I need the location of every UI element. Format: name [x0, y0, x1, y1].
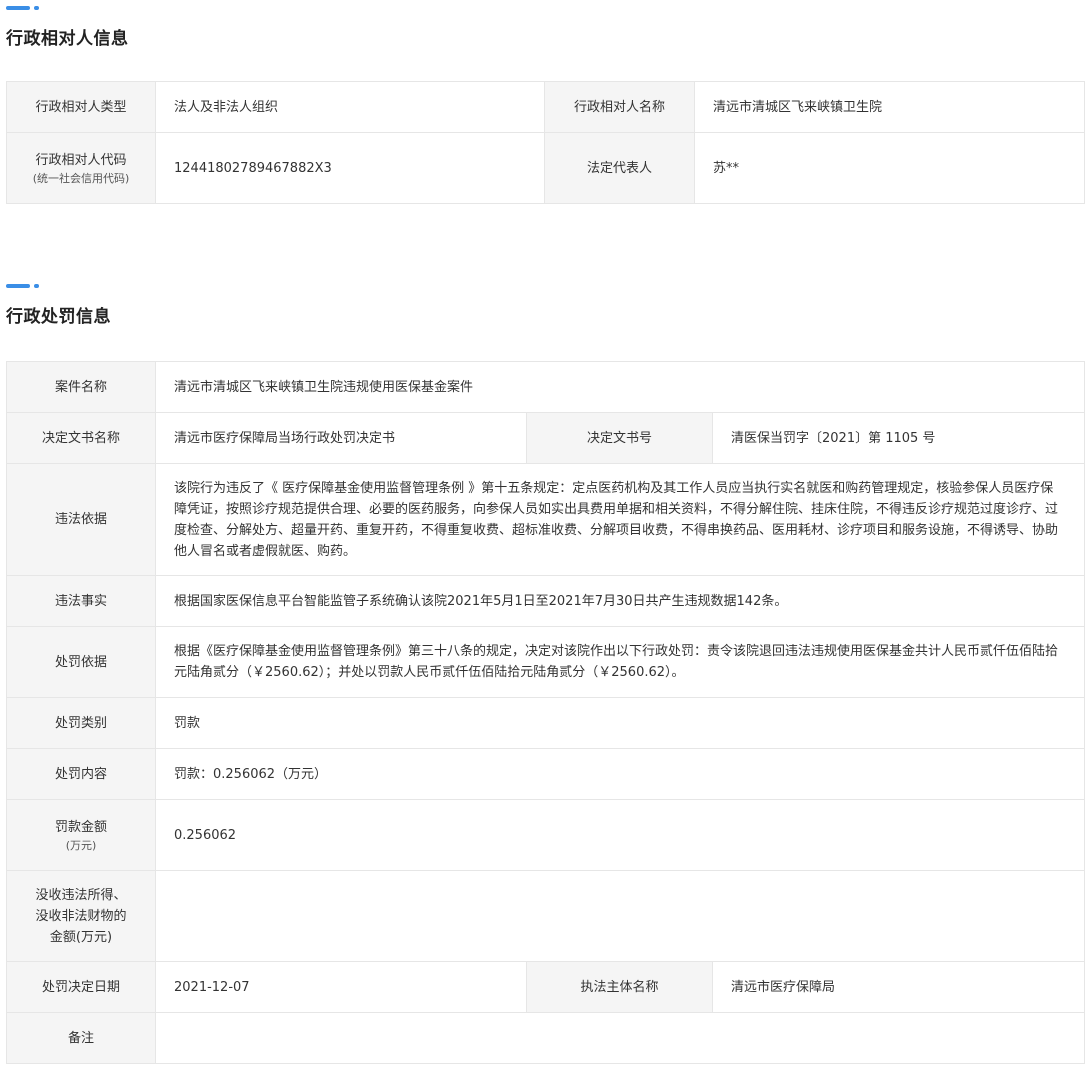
penalty-category-value: 罚款 — [154, 697, 1086, 749]
case-name-value: 清远市清城区飞来峡镇卫生院违规使用医保基金案件 — [154, 361, 1086, 413]
penalty-content-value: 罚款：0.256062（万元） — [154, 748, 1086, 800]
party-type-value: 法人及非法人组织 — [155, 81, 545, 133]
authority-value: 清远市医疗保障局 — [711, 961, 1086, 1013]
table-row: 决定文书名称 清远市医疗保障局当场行政处罚决定书 决定文书号 清医保当罚字〔20… — [6, 412, 1086, 464]
doc-number-label: 决定文书号 — [526, 412, 713, 464]
doc-name-value: 清远市医疗保障局当场行政处罚决定书 — [155, 412, 527, 464]
table-row: 违法依据 该院行为违反了《 医疗保障基金使用监督管理条例 》第十五条规定：定点医… — [6, 463, 1086, 576]
penalty-category-label: 处罚类别 — [6, 697, 156, 749]
section-title: 行政处罚信息 — [6, 307, 111, 327]
case-name-label: 案件名称 — [6, 361, 156, 413]
table-row: 行政相对人类型 法人及非法人组织 行政相对人名称 清远市清城区飞来峡镇卫生院 — [6, 81, 1085, 133]
confiscation-label-line1: 没收违法所得、 — [35, 887, 127, 903]
confiscation-label-line2: 没收非法财物的 — [35, 908, 127, 924]
confiscation-label-line3: 金额(万元) — [49, 929, 113, 945]
remark-value — [154, 1012, 1086, 1064]
table-row: 案件名称 清远市清城区飞来峡镇卫生院违规使用医保基金案件 — [6, 361, 1086, 413]
decision-date-label: 处罚决定日期 — [6, 961, 156, 1013]
party-code-sublabel: (统一社会信用代码) — [32, 171, 130, 185]
party-name-value: 清远市清城区飞来峡镇卫生院 — [694, 81, 1085, 133]
doc-name-label: 决定文书名称 — [6, 412, 156, 464]
section-title: 行政相对人信息 — [6, 29, 129, 49]
party-code-label-cell: 行政相对人代码 (统一社会信用代码) — [6, 132, 156, 204]
table-row: 罚款金额 (万元) 0.256062 — [6, 799, 1086, 871]
authority-label: 执法主体名称 — [526, 961, 713, 1013]
legal-rep-label: 法定代表人 — [544, 132, 695, 204]
penalty-basis-label: 处罚依据 — [6, 626, 156, 698]
table-row: 处罚依据 根据《医疗保障基金使用监督管理条例》第三十八条的规定，决定对该院作出以… — [6, 626, 1086, 698]
party-type-label: 行政相对人类型 — [6, 81, 156, 133]
fine-amount-label: 罚款金额 — [54, 819, 107, 835]
party-code-value: 12441802789467882X3 — [155, 132, 545, 204]
fine-amount-sublabel: (万元) — [65, 838, 97, 852]
table-row: 行政相对人代码 (统一社会信用代码) 12441802789467882X3 法… — [6, 132, 1085, 204]
doc-number-value: 清医保当罚字〔2021〕第 1105 号 — [711, 412, 1086, 464]
remark-label: 备注 — [6, 1012, 156, 1064]
confiscation-value — [154, 870, 1086, 962]
table-row: 没收违法所得、 没收非法财物的 金额(万元) — [6, 870, 1086, 962]
section-accent — [6, 6, 46, 11]
party-code-label: 行政相对人代码 — [35, 152, 127, 168]
table-row: 处罚内容 罚款：0.256062（万元） — [6, 748, 1086, 800]
table-row: 处罚类别 罚款 — [6, 697, 1086, 749]
fine-amount-value: 0.256062 — [154, 799, 1086, 871]
relative-party-table: 行政相对人类型 法人及非法人组织 行政相对人名称 清远市清城区飞来峡镇卫生院 行… — [6, 81, 1085, 204]
table-row: 处罚决定日期 2021-12-07 执法主体名称 清远市医疗保障局 — [6, 961, 1086, 1013]
violation-basis-value: 该院行为违反了《 医疗保障基金使用监督管理条例 》第十五条规定：定点医药机构及其… — [154, 463, 1086, 576]
fine-amount-label-cell: 罚款金额 (万元) — [6, 799, 156, 871]
penalty-content-label: 处罚内容 — [6, 748, 156, 800]
party-name-label: 行政相对人名称 — [544, 81, 695, 133]
table-row: 违法事实 根据国家医保信息平台智能监管子系统确认该院2021年5月1日至2021… — [6, 575, 1086, 627]
table-row: 备注 — [6, 1012, 1086, 1064]
confiscation-label-cell: 没收违法所得、 没收非法财物的 金额(万元) — [6, 870, 156, 962]
penalty-table: 案件名称 清远市清城区飞来峡镇卫生院违规使用医保基金案件 决定文书名称 清远市医… — [6, 361, 1086, 1064]
section-accent — [6, 284, 46, 289]
violation-basis-label: 违法依据 — [6, 463, 156, 576]
violation-facts-value: 根据国家医保信息平台智能监管子系统确认该院2021年5月1日至2021年7月30… — [154, 575, 1086, 627]
decision-date-value: 2021-12-07 — [155, 961, 527, 1013]
penalty-basis-value: 根据《医疗保障基金使用监督管理条例》第三十八条的规定，决定对该院作出以下行政处罚… — [154, 626, 1086, 698]
violation-facts-label: 违法事实 — [6, 575, 156, 627]
legal-rep-value: 苏** — [694, 132, 1085, 204]
